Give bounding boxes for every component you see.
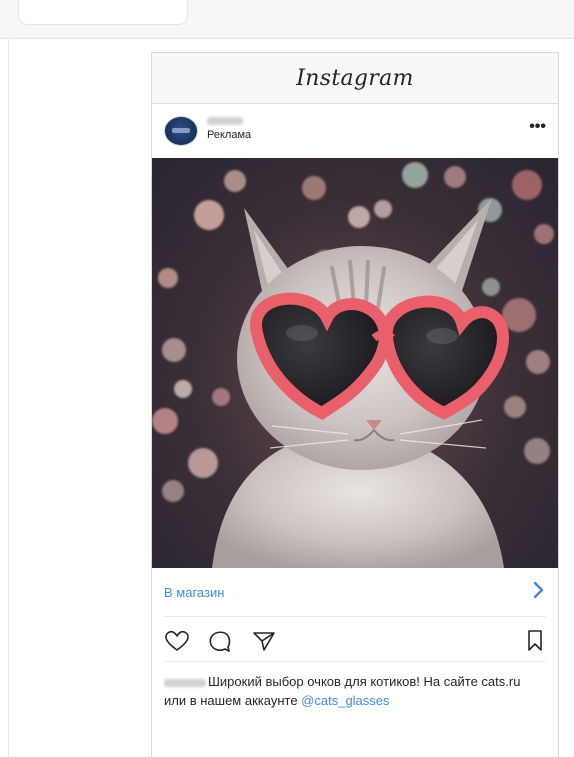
account-row: Реклама ••• <box>152 104 558 158</box>
shop-cta-row[interactable]: В магазин <box>164 568 546 617</box>
sponsored-label: Реклама <box>207 129 252 141</box>
comment-icon[interactable] <box>208 629 232 653</box>
instagram-header: Instagram <box>152 53 558 104</box>
bookmark-icon[interactable] <box>526 629 544 653</box>
share-icon[interactable] <box>252 629 276 653</box>
chevron-right-icon[interactable] <box>532 580 546 600</box>
search-input[interactable] <box>18 0 188 25</box>
post-image <box>152 158 558 568</box>
post-actions-row <box>164 617 546 662</box>
top-bar <box>0 0 574 39</box>
shop-cta-label[interactable]: В магазин <box>164 585 224 600</box>
cat-with-heart-glasses-illustration <box>212 198 509 568</box>
instagram-ad-preview: Instagram Реклама ••• В магазин Широкий … <box>151 52 559 757</box>
post-caption: Широкий выбор очков для котиков! На сайт… <box>164 672 546 710</box>
heart-icon[interactable] <box>164 629 190 653</box>
left-divider <box>8 39 9 757</box>
more-dots-icon[interactable]: ••• <box>529 118 546 136</box>
instagram-logo: Instagram <box>296 65 414 91</box>
caption-username-blurred[interactable] <box>164 678 206 687</box>
account-name-blurred[interactable] <box>207 117 243 125</box>
avatar[interactable] <box>164 116 198 146</box>
caption-mention-link[interactable]: @cats_glasses <box>301 693 389 708</box>
